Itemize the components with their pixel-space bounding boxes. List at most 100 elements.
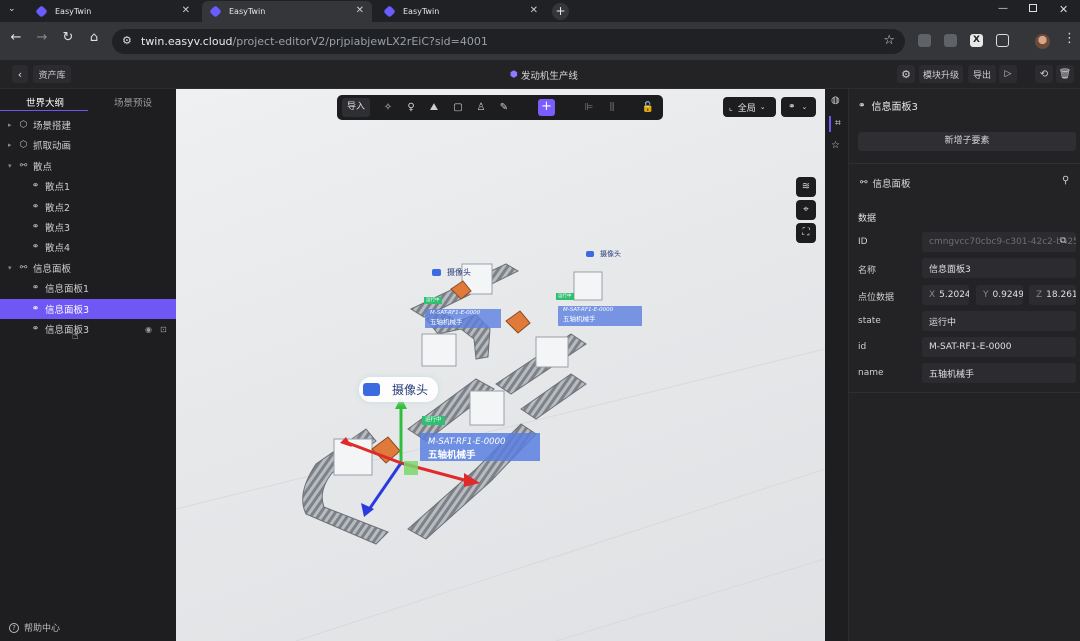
visibility-eye-icon[interactable]: ◉ (145, 325, 152, 334)
tree-item-label: 散点1 (45, 182, 71, 194)
reload-icon[interactable]: ↻ (58, 30, 78, 45)
person-icon[interactable]: ♙ (474, 101, 488, 115)
tab-active-underline (0, 110, 88, 111)
tree-item[interactable]: ⚭ 散点3 (0, 217, 176, 237)
select-icon-active[interactable]: ⌗ (829, 116, 845, 132)
back-icon[interactable]: ← (6, 30, 26, 45)
path-icon[interactable]: ✎ (497, 101, 511, 115)
asset-library-button[interactable]: 资产库 (33, 65, 71, 83)
minimize-icon[interactable]: — (998, 3, 1008, 14)
x-field[interactable]: X 5.2024 (922, 285, 969, 305)
layers-button[interactable]: ≋ (796, 177, 816, 197)
site-info-icon[interactable]: ⚙ (122, 34, 132, 47)
settings-button[interactable]: ⚙ (897, 65, 915, 83)
tree-item-label: 散点4 (45, 243, 71, 255)
new-tab-button[interactable]: + (552, 3, 569, 20)
expand-arrow-icon[interactable]: ▾ (8, 264, 16, 272)
browser-menu-icon[interactable]: ⋮ (1063, 31, 1076, 46)
tab-scene-preset[interactable]: 场景预设 (114, 95, 152, 109)
box-icon[interactable]: ▢ (451, 101, 465, 115)
home-icon[interactable]: ⌂ (84, 30, 104, 45)
point-data-label: 点位数据 (858, 293, 895, 303)
module-upgrade-button[interactable]: 模块升级 (919, 65, 963, 83)
link-icon: ⚭ (31, 324, 40, 334)
scene-info-panel[interactable]: M-SAT-RF1-E-0000 五轴机械手 (425, 309, 501, 328)
tree-item[interactable]: ▸ ⬡ 场景搭建 (0, 115, 176, 135)
scene-info-panel[interactable]: M-SAT-RF1-E-0000 五轴机械手 (558, 306, 642, 326)
z-field[interactable]: Z 18.261 (1029, 285, 1076, 305)
close-window-icon[interactable]: ✕ (1059, 3, 1068, 16)
lock-icon[interactable]: ⊡ (160, 325, 167, 334)
import-button[interactable]: 导入 (342, 98, 370, 117)
tree-item[interactable]: ⚭ 散点1 (0, 176, 176, 196)
state-field[interactable]: 运行中 (922, 311, 1076, 331)
delete-button[interactable]: 🗑 (1056, 65, 1074, 83)
add-button[interactable]: + (538, 99, 555, 116)
profile-avatar[interactable] (1035, 34, 1050, 49)
close-tab-icon[interactable]: ✕ (530, 5, 538, 16)
play-button[interactable]: ▷ (999, 65, 1017, 83)
close-tab-icon[interactable]: ✕ (182, 5, 190, 16)
expand-arrow-icon[interactable]: ▸ (8, 121, 16, 129)
forward-icon[interactable]: → (32, 30, 52, 45)
y-field[interactable]: Y 0.9249 (976, 285, 1023, 305)
restore-icon[interactable] (1029, 4, 1037, 12)
tab-list-menu-icon[interactable]: ⌄ (8, 4, 16, 14)
tree-item-label: 散点2 (45, 202, 71, 214)
id-label: ID (858, 237, 868, 247)
tree-item[interactable]: ▾ ⚯ 信息面板 (0, 258, 176, 278)
tree-item[interactable]: ▸ ⬡ 抓取动画 (0, 135, 176, 155)
effects-icon[interactable]: ☆ (831, 140, 840, 151)
3d-viewport[interactable]: 摄像头 摄像头 摄像头 M-SAT-RF1-E-0000 五轴机械手 运行中 M… (176, 89, 825, 641)
render-mode-dropdown[interactable]: ⚭ ⌄ (781, 97, 816, 117)
name-field[interactable]: 信息面板3 (922, 258, 1076, 278)
id2-field[interactable]: M-SAT-RF1-E-0000 (922, 337, 1076, 357)
screen-extension-icon[interactable] (944, 34, 957, 47)
terrain-icon[interactable]: ⛰ (427, 101, 441, 115)
x-extension-icon[interactable]: X (970, 34, 983, 47)
camera-marker-main[interactable]: 摄像头 (359, 377, 439, 402)
camera-marker-small[interactable]: 摄像头 (586, 249, 621, 259)
tree-item[interactable]: ⚭ 散点2 (0, 197, 176, 217)
tab-world-outline[interactable]: 世界大纲 (26, 95, 64, 109)
browser-tab[interactable]: EasyTwin ✕ (28, 1, 198, 22)
globe-icon[interactable]: ◍ (831, 95, 840, 106)
tree-item[interactable]: ⚭ 信息面板3 ◉ ⊡ ☝ (0, 319, 176, 342)
export-button[interactable]: 导出 (968, 65, 996, 83)
add-child-button[interactable]: 新增子要素 (858, 132, 1076, 151)
history-button[interactable]: ⟲ (1035, 65, 1053, 83)
help-center-link[interactable]: ? 帮助中心 (9, 621, 60, 634)
camera-marker-small[interactable]: 摄像头 (432, 267, 471, 278)
bookmark-star-icon[interactable]: ☆ (883, 33, 895, 48)
copy-icon[interactable]: ⧉ (1060, 236, 1067, 246)
browser-tab-active[interactable]: EasyTwin ✕ (202, 1, 372, 22)
puzzle-extensions-icon[interactable] (996, 34, 1009, 47)
scene-info-panel[interactable]: M-SAT-RF1-E-0000 五轴机械手 (420, 433, 540, 461)
focus-button[interactable]: ⌖ (796, 200, 816, 220)
effect-icon[interactable]: ✧ (381, 101, 395, 115)
expand-arrow-icon[interactable]: ▸ (8, 141, 16, 149)
tree-item-label: 抓取动画 (33, 141, 72, 153)
expand-arrow-icon[interactable]: ▾ (8, 162, 16, 170)
view-select-dropdown[interactable]: ⌞ 全局 ⌄ (723, 97, 776, 117)
tree-item-label: 场景搭建 (33, 121, 72, 132)
close-tab-icon[interactable]: ✕ (356, 5, 364, 16)
tree-item[interactable]: ⚭ 信息面板1 (0, 278, 176, 298)
tree-item[interactable]: ⚭ 信息面板3 (0, 298, 176, 319)
scene-canvas[interactable] (176, 89, 825, 641)
light-icon[interactable]: ♀ (404, 101, 418, 115)
tree-item[interactable]: ▾ ⚯ 散点 (0, 156, 176, 176)
pin-icon[interactable]: ⚲ (1062, 175, 1069, 186)
fullscreen-button[interactable]: ⛶ (796, 223, 816, 243)
distribute-icon[interactable]: ⫼ (605, 101, 619, 115)
id-field[interactable]: cmngvcc70cbc9-c301-42c2-ba25 (922, 232, 1076, 252)
camera-extension-icon[interactable] (918, 34, 931, 47)
browser-tab[interactable]: EasyTwin ✕ (376, 1, 546, 22)
align-left-icon[interactable]: ⊫ (582, 101, 596, 115)
address-bar[interactable]: ⚙ twin.easyv.cloud/project-editorV2/prjp… (112, 29, 905, 54)
lock-icon[interactable]: 🔓 (641, 101, 655, 115)
tree-item[interactable]: ⚭ 散点4 (0, 237, 176, 257)
tree-item-label: 信息面板 (33, 263, 72, 275)
back-button[interactable]: ‹ (12, 65, 28, 83)
name2-field[interactable]: 五轴机械手 (922, 363, 1076, 383)
